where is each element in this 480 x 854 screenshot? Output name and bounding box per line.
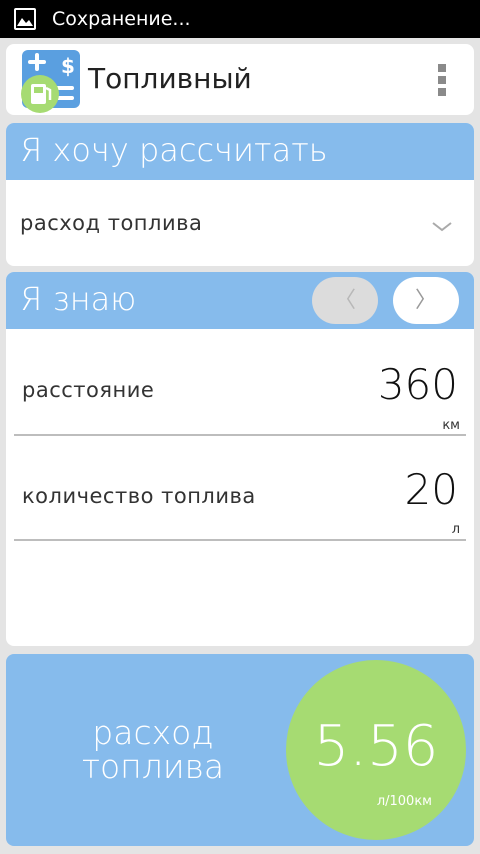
status-bar: Сохранение... — [0, 0, 480, 38]
result-circle: 5.56 л/100км — [286, 660, 466, 840]
result-label: расход топлива — [58, 716, 248, 784]
app-bar: $ Топливный — [6, 44, 474, 115]
image-icon — [14, 8, 36, 30]
fuel-amount-underline — [14, 539, 466, 541]
know-header: Я знаю 〈 〉 — [6, 272, 474, 329]
distance-underline — [14, 434, 466, 436]
distance-unit: км — [442, 418, 460, 433]
result-value: 5.56 — [313, 714, 439, 779]
result-card: расход топлива 5.56 л/100км — [6, 654, 474, 846]
fuel-amount-unit: л — [451, 522, 460, 537]
result-label-line2: топлива — [81, 747, 225, 786]
know-header-title: Я знаю — [20, 280, 137, 318]
chevron-down-icon[interactable] — [432, 217, 452, 236]
svg-text:$: $ — [61, 54, 75, 78]
distance-label: расстояние — [22, 378, 155, 402]
fuel-amount-label: количество топлива — [22, 484, 256, 508]
result-label-line1: расход — [92, 713, 214, 752]
app-title: Топливный — [88, 62, 252, 95]
distance-value[interactable]: 360 — [378, 360, 458, 409]
next-button[interactable]: 〉 — [393, 277, 459, 324]
fuel-amount-value[interactable]: 20 — [405, 465, 458, 514]
calculate-card: Я хочу рассчитать расход топлива — [6, 123, 474, 266]
calculate-dropdown[interactable]: расход топлива — [20, 211, 202, 235]
result-unit: л/100км — [376, 794, 432, 809]
know-card: Я знаю 〈 〉 расстояние 360 км количество … — [6, 272, 474, 646]
calculate-header: Я хочу рассчитать — [6, 123, 474, 180]
calculate-header-title: Я хочу рассчитать — [20, 131, 328, 169]
overflow-menu-icon[interactable] — [436, 64, 448, 98]
app-logo-icon: $ — [14, 48, 84, 114]
prev-button[interactable]: 〈 — [312, 277, 378, 324]
status-text: Сохранение... — [52, 8, 191, 30]
